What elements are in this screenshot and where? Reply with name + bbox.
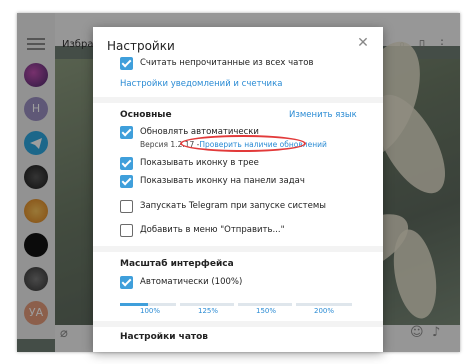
scale-tick[interactable]: 100%	[130, 307, 170, 315]
scale-slider-fill	[120, 303, 148, 306]
scale-tick[interactable]: 125%	[188, 307, 228, 315]
taskbar-icon-checkbox[interactable]	[120, 175, 133, 188]
close-icon[interactable]: ✕	[355, 35, 371, 51]
settings-dialog: Настройки ✕ Считать непрочитанные из все…	[93, 27, 383, 352]
change-language-link[interactable]: Изменить язык	[289, 110, 357, 120]
taskbar-icon-label: Показывать иконку на панели задач	[140, 176, 305, 186]
section-divider	[93, 246, 383, 252]
chat-settings-heading: Настройки чатов	[120, 332, 208, 342]
auto-update-checkbox[interactable]	[120, 126, 133, 139]
autostart-label: Запускать Telegram при запуске системы	[140, 201, 326, 211]
count-unread-checkbox[interactable]	[120, 57, 133, 70]
scale-tick[interactable]: 200%	[304, 307, 344, 315]
settings-title: Настройки	[107, 39, 175, 53]
send-to-checkbox[interactable]	[120, 224, 133, 237]
highlight-ellipse	[180, 135, 306, 152]
tray-icon-checkbox[interactable]	[120, 157, 133, 170]
scale-heading: Масштаб интерфейса	[120, 259, 234, 269]
auto-scale-label: Автоматически (100%)	[140, 277, 243, 287]
scale-tick[interactable]: 150%	[246, 307, 286, 315]
auto-scale-checkbox[interactable]	[120, 276, 133, 289]
send-to-label: Добавить в меню "Отправить..."	[140, 225, 285, 235]
notification-settings-link[interactable]: Настройки уведомлений и счетчика	[120, 79, 282, 89]
autostart-checkbox[interactable]	[120, 200, 133, 213]
section-divider	[93, 321, 383, 327]
scale-slider[interactable]	[120, 303, 352, 306]
section-divider	[93, 97, 383, 103]
tray-icon-label: Показывать иконку в трее	[140, 158, 259, 168]
count-unread-label: Считать непрочитанные из всех чатов	[140, 58, 314, 68]
general-heading: Основные	[120, 110, 172, 120]
